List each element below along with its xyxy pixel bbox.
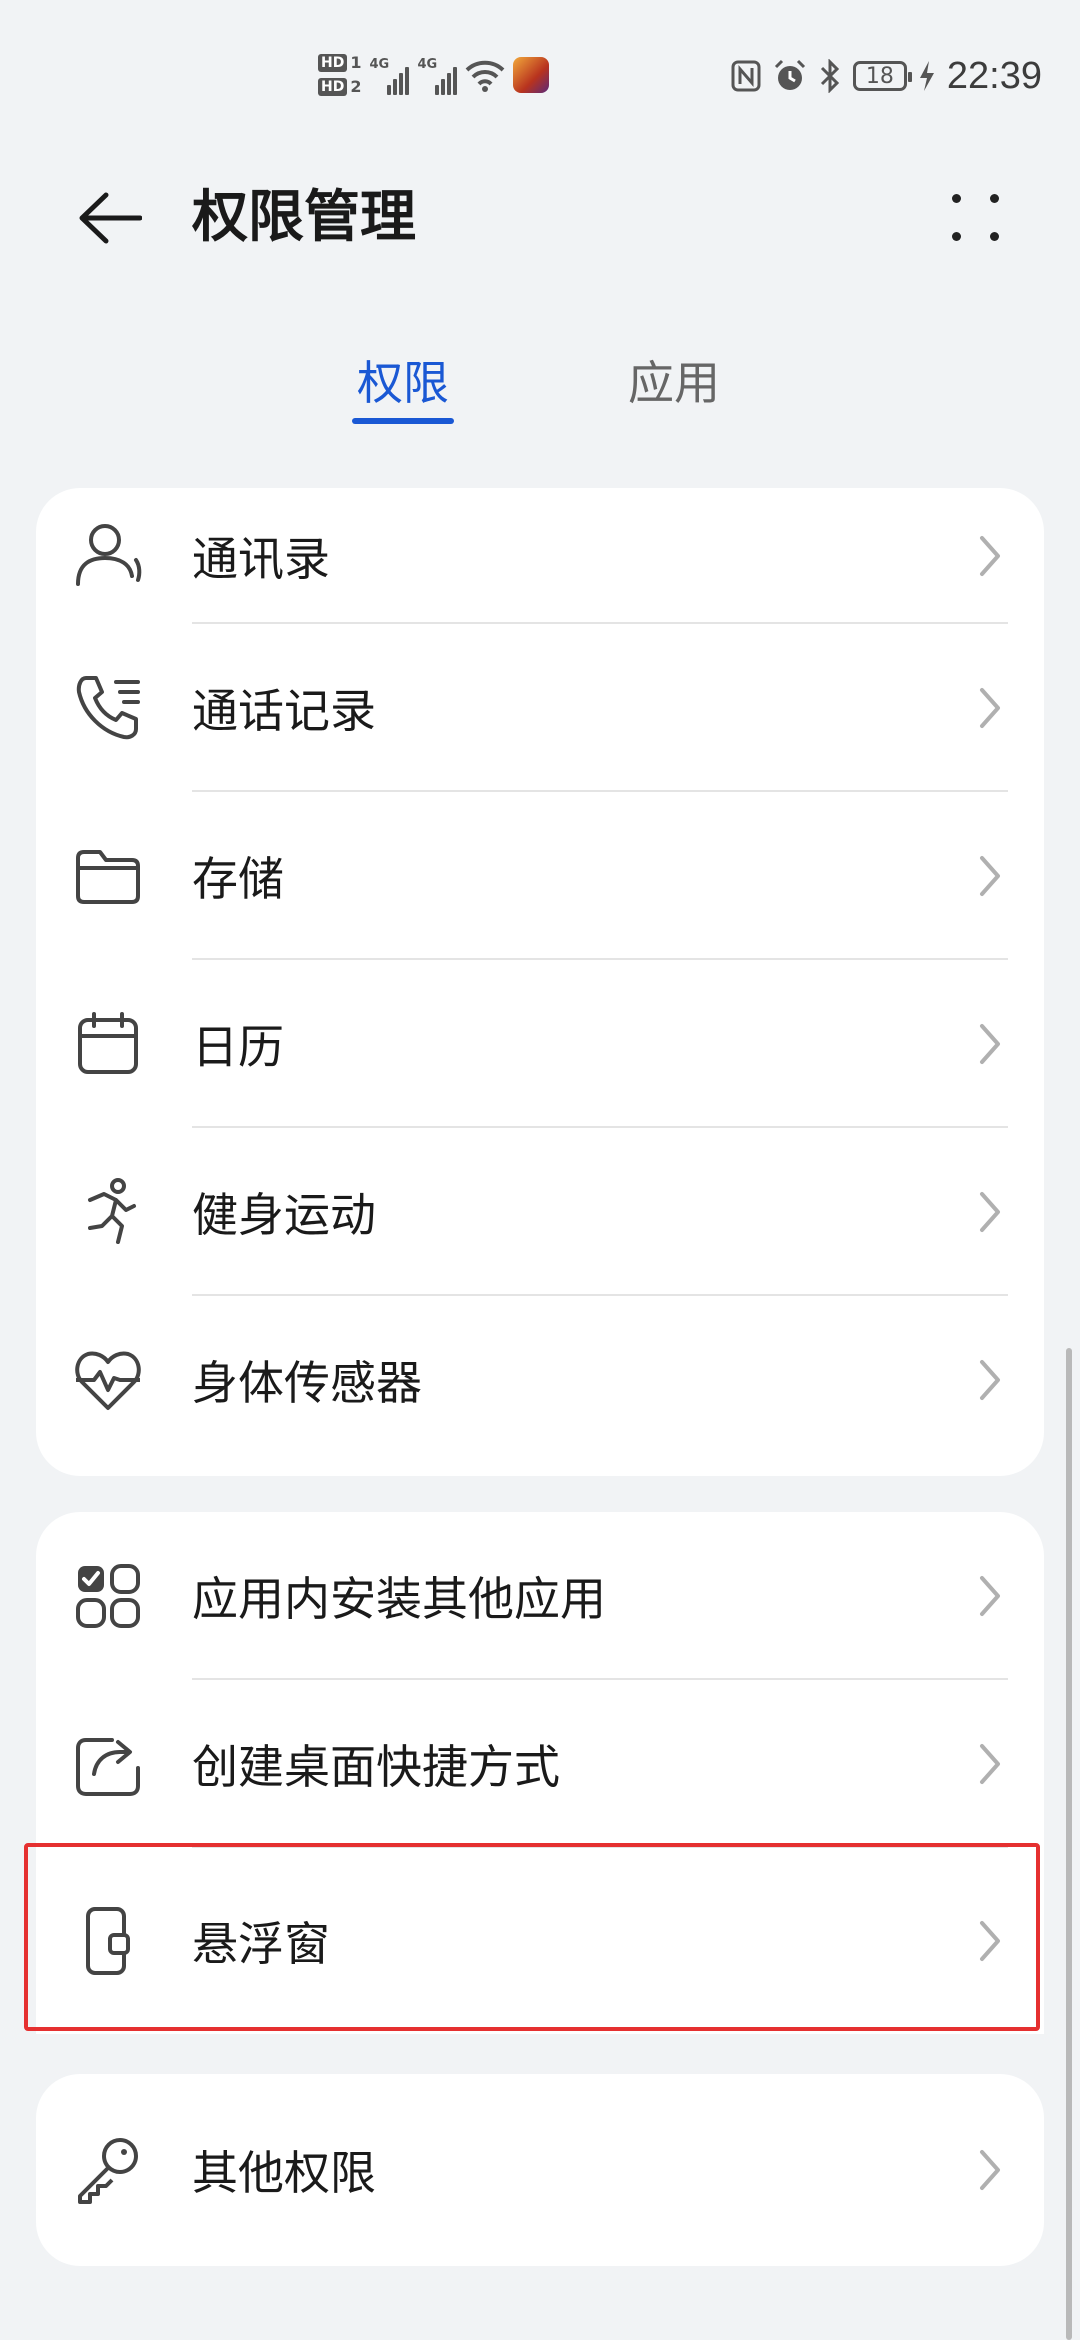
chevron-right-icon xyxy=(980,1576,1000,1616)
status-bar-right: 18 22:39 xyxy=(731,52,1042,100)
signal-2-icon: 4G xyxy=(417,55,458,95)
nfc-icon xyxy=(731,60,761,92)
permission-item-create-shortcut[interactable]: 创建桌面快捷方式 xyxy=(36,1680,1044,1848)
dot xyxy=(990,194,999,203)
permission-item-call-log[interactable]: 通话记录 xyxy=(36,624,1044,792)
folder-icon xyxy=(76,850,140,904)
chevron-right-icon xyxy=(980,688,1000,728)
signal-1-icon: 4G xyxy=(369,55,410,95)
dot xyxy=(952,232,961,241)
heart-rate-icon xyxy=(75,1351,141,1410)
permission-item-fitness[interactable]: 健身运动 xyxy=(36,1128,1044,1296)
permission-item-install-apps[interactable]: 应用内安装其他应用 xyxy=(36,1512,1044,1680)
permission-item-storage[interactable]: 存储 xyxy=(36,792,1044,960)
shortcut-icon xyxy=(76,1738,140,1796)
chevron-right-icon xyxy=(980,1921,1000,1961)
chevron-right-icon xyxy=(980,536,1000,576)
calendar-icon xyxy=(78,1012,138,1074)
bluetooth-icon xyxy=(820,59,840,93)
floating-window-icon xyxy=(86,1907,130,1975)
permission-group-1: 通讯录 通话记录 存储 日历 健身运动 身体传感器 xyxy=(36,488,1044,1476)
tab-permissions[interactable]: 权限 xyxy=(352,348,454,428)
dot xyxy=(990,232,999,241)
tab-apps[interactable]: 应用 xyxy=(622,348,726,428)
chevron-right-icon xyxy=(980,1024,1000,1064)
call-log-icon xyxy=(76,676,140,740)
active-tab-indicator xyxy=(352,418,454,424)
chevron-right-icon xyxy=(980,1192,1000,1232)
clock: 22:39 xyxy=(946,54,1042,97)
sim1-indicator: HD 1 xyxy=(318,54,361,72)
sim-indicators: HD 1 HD 2 xyxy=(318,54,361,96)
permission-group-3: 其他权限 xyxy=(36,2074,1044,2266)
permission-group-2: 应用内安装其他应用 创建桌面快捷方式 悬浮窗 xyxy=(36,1512,1044,2034)
chevron-right-icon xyxy=(980,856,1000,896)
chevron-right-icon xyxy=(980,2150,1000,2190)
back-button[interactable] xyxy=(70,178,150,258)
permission-item-body-sensors[interactable]: 身体传感器 xyxy=(36,1296,1044,1464)
scrollbar[interactable] xyxy=(1066,1348,1072,2340)
permission-item-contacts[interactable]: 通讯录 xyxy=(36,488,1044,624)
permission-item-floating-window[interactable]: 悬浮窗 xyxy=(36,1848,1044,2034)
charging-icon xyxy=(919,61,934,91)
permission-item-calendar[interactable]: 日历 xyxy=(36,960,1044,1128)
wifi-icon xyxy=(466,60,505,92)
game-notification-icon xyxy=(513,57,550,93)
status-bar: HD 1 HD 2 4G 4G 18 22:39 xyxy=(0,0,1080,150)
tab-bar: 权限 应用 xyxy=(0,348,1080,438)
page-title: 权限管理 xyxy=(192,185,416,250)
permission-item-other[interactable]: 其他权限 xyxy=(36,2074,1044,2266)
key-icon xyxy=(78,2138,138,2204)
chevron-right-icon xyxy=(980,1360,1000,1400)
chevron-right-icon xyxy=(980,1744,1000,1784)
running-icon xyxy=(88,1178,136,1244)
sim2-indicator: HD 2 xyxy=(318,78,361,96)
dot xyxy=(952,194,961,203)
status-bar-left: HD 1 HD 2 4G 4G xyxy=(318,48,550,102)
battery-icon: 18 xyxy=(852,61,912,91)
arrow-left-icon xyxy=(79,192,142,244)
contacts-icon xyxy=(76,524,142,586)
more-options-button[interactable] xyxy=(936,178,1016,258)
apps-install-icon xyxy=(76,1564,140,1628)
alarm-icon xyxy=(774,59,805,90)
